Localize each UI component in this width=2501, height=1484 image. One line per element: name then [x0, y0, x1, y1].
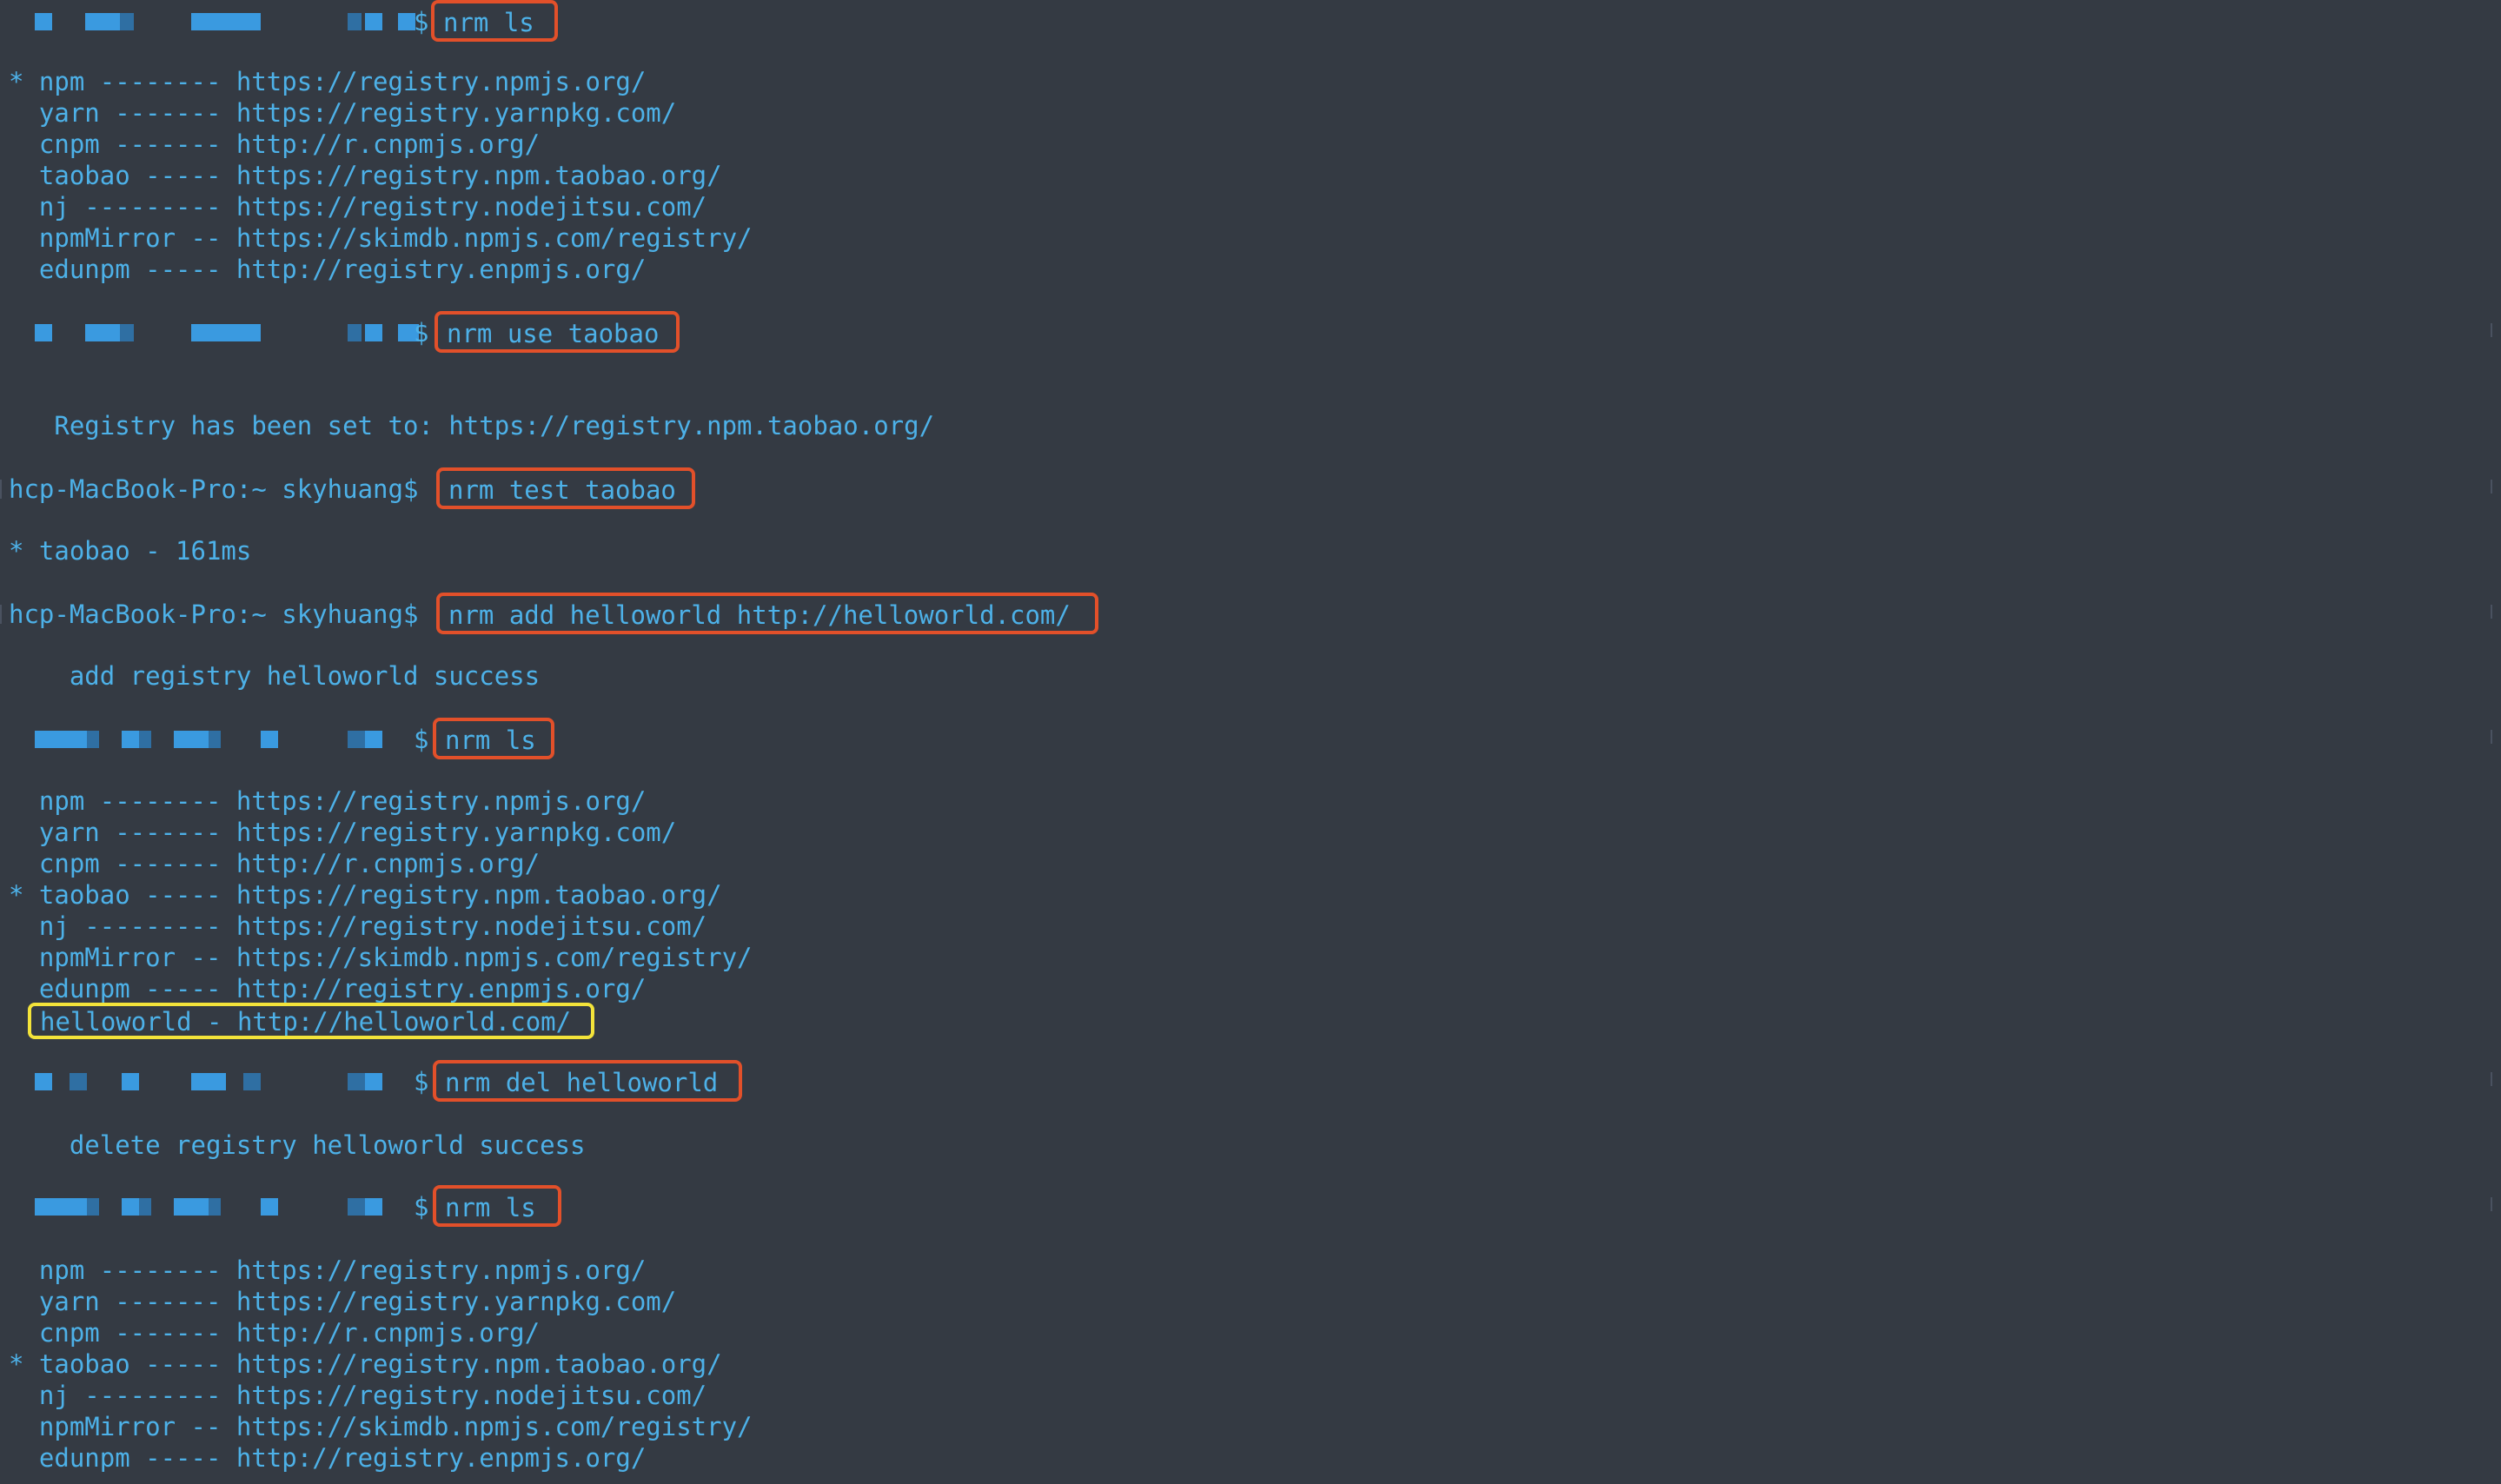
command-nrm-del[interactable]: nrm del helloworld: [433, 1060, 742, 1102]
scroll-marker: [2491, 605, 2492, 619]
list-item: yarn ------- https://registry.yarnpkg.co…: [9, 818, 677, 847]
redacted-prompt: [30, 718, 429, 761]
list-item: npmMirror -- https://skimdb.npmjs.com/re…: [9, 943, 753, 972]
prompt-dollar: $: [414, 725, 429, 754]
scroll-marker: [2491, 323, 2492, 337]
list-item: nj --------- https://registry.nodejitsu.…: [9, 1381, 707, 1410]
list-item: edunpm ----- http://registry.enpmjs.org/: [9, 974, 647, 1004]
scroll-marker: [2491, 730, 2492, 744]
command-nrm-test[interactable]: nrm test taobao: [436, 467, 695, 509]
list-item: npmMirror -- https://skimdb.npmjs.com/re…: [9, 1412, 753, 1441]
list-item: edunpm ----- http://registry.enpmjs.org/: [9, 1443, 647, 1473]
prompt-dollar: $: [414, 7, 429, 36]
list-item: yarn ------- https://registry.yarnpkg.co…: [9, 1287, 677, 1316]
host-prompt: hcp-MacBook-Pro:~ skyhuang$: [9, 600, 419, 629]
redacted-prompt: [30, 1185, 429, 1229]
list-item: * taobao ----- https://registry.npm.taob…: [9, 1349, 722, 1379]
command-nrm-add[interactable]: nrm add helloworld http://helloworld.com…: [436, 593, 1098, 634]
list-item: * taobao ----- https://registry.npm.taob…: [9, 880, 722, 910]
redacted-prompt: [30, 311, 429, 354]
list-item: npmMirror -- https://skimdb.npmjs.com/re…: [9, 223, 753, 253]
prompt-line: hcp-MacBook-Pro:~ skyhuang$ nrm add hell…: [0, 593, 2501, 636]
highlighted-registry-helloworld: helloworld - http://helloworld.com/: [28, 1003, 594, 1039]
command-nrm-ls[interactable]: nrm ls: [433, 1185, 561, 1227]
host-prompt: hcp-MacBook-Pro:~ skyhuang$: [9, 474, 419, 504]
prompt-line: $ nrm del helloworld: [0, 1060, 2501, 1103]
output-line: * taobao - 161ms: [9, 536, 252, 566]
prompt-line: $ nrm ls: [0, 718, 2501, 761]
output-line: Registry has been set to: https://regist…: [9, 411, 935, 441]
list-item: cnpm ------- http://r.cnpmjs.org/: [9, 849, 541, 878]
redacted-prompt: [30, 1060, 429, 1103]
prompt-dollar: $: [414, 1067, 429, 1096]
output-line: add registry helloworld success: [9, 661, 541, 691]
scroll-marker: [2491, 480, 2492, 494]
list-item: taobao ----- https://registry.npm.taobao…: [9, 161, 722, 190]
prompt-line: $ nrm use taobao: [0, 311, 2501, 354]
prompt-dollar: $: [414, 318, 429, 348]
command-nrm-ls[interactable]: nrm ls: [433, 718, 554, 759]
list-item: yarn ------- https://registry.yarnpkg.co…: [9, 98, 677, 128]
list-item: cnpm ------- http://r.cnpmjs.org/: [9, 129, 541, 159]
terminal-window[interactable]: $ nrm ls * npm -------- https://registry…: [0, 0, 2501, 1484]
list-item: npm -------- https://registry.npmjs.org/: [9, 1255, 647, 1285]
prompt-line: hcp-MacBook-Pro:~ skyhuang$ nrm test tao…: [0, 467, 2501, 511]
output-line: delete registry helloworld success: [9, 1130, 586, 1160]
list-item: edunpm ----- http://registry.enpmjs.org/: [9, 255, 647, 284]
prompt-line: $ nrm ls: [0, 1185, 2501, 1229]
command-nrm-use[interactable]: nrm use taobao: [435, 311, 680, 353]
prompt-dollar: $: [414, 1192, 429, 1222]
command-nrm-ls[interactable]: nrm ls: [431, 0, 558, 42]
prompt-line: $ nrm ls: [0, 0, 2501, 43]
scroll-marker: [2491, 1072, 2492, 1086]
list-item: npm -------- https://registry.npmjs.org/: [9, 786, 647, 816]
list-item: * npm -------- https://registry.npmjs.or…: [9, 67, 647, 96]
redacted-prompt: [30, 0, 429, 43]
scroll-marker: [2491, 1197, 2492, 1211]
list-item: cnpm ------- http://r.cnpmjs.org/: [9, 1318, 541, 1348]
list-item: nj --------- https://registry.nodejitsu.…: [9, 911, 707, 941]
list-item: nj --------- https://registry.nodejitsu.…: [9, 192, 707, 222]
